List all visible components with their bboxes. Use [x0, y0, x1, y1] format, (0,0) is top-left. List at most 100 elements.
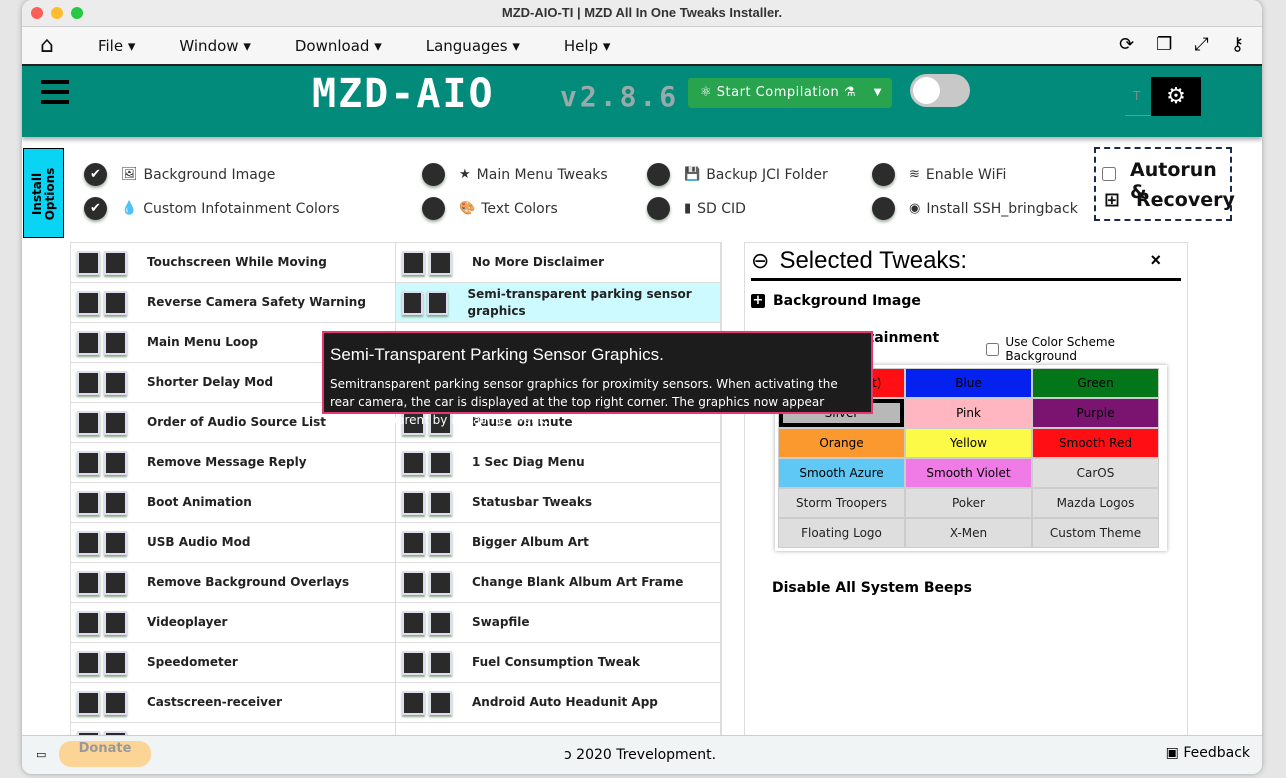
- tweak-info-toggle[interactable]: [429, 650, 452, 675]
- color-scheme-pink[interactable]: Pink: [905, 398, 1032, 428]
- color-scheme-caros[interactable]: CarOS: [1032, 458, 1159, 488]
- color-scheme-mazda-logos[interactable]: Mazda Logos: [1032, 488, 1159, 518]
- tweak-toggle[interactable]: [402, 490, 425, 515]
- tweak-info-toggle[interactable]: [429, 530, 452, 555]
- tweak-toggle[interactable]: [402, 570, 425, 595]
- check-icon[interactable]: ✔: [84, 197, 107, 220]
- tweak-row[interactable]: Statusbar Tweaks: [396, 483, 721, 523]
- color-scheme-blue[interactable]: Blue: [905, 368, 1032, 398]
- tweak-row[interactable]: USB Audio Mod: [71, 523, 396, 563]
- feedback-button[interactable]: ▣ Feedback: [1166, 745, 1250, 761]
- tweak-toggle[interactable]: [402, 690, 425, 715]
- tweak-toggle[interactable]: [77, 530, 100, 555]
- tweak-row[interactable]: Reverse Camera Safety Warning: [71, 283, 396, 323]
- tweak-info-toggle[interactable]: [429, 250, 452, 275]
- tweak-row[interactable]: Remove Background Overlays: [71, 563, 396, 603]
- color-scheme-smooth-azure[interactable]: Smooth Azure: [778, 458, 905, 488]
- tweak-info-toggle[interactable]: [104, 650, 127, 675]
- tweak-info-toggle[interactable]: [104, 530, 127, 555]
- tweak-row[interactable]: No More Disclaimer: [396, 243, 721, 283]
- tweak-toggle[interactable]: [77, 450, 100, 475]
- minimize-window-button[interactable]: [51, 7, 63, 19]
- tweak-info-toggle[interactable]: [429, 690, 452, 715]
- tweak-toggle[interactable]: [77, 370, 100, 395]
- tweak-row[interactable]: Speedometer: [71, 643, 396, 683]
- radio-toggle[interactable]: [422, 163, 445, 186]
- tweak-toggle[interactable]: [77, 410, 100, 435]
- tweak-toggle[interactable]: [402, 610, 425, 635]
- radio-toggle[interactable]: [647, 163, 670, 186]
- tweak-row[interactable]: Swapfile: [396, 603, 721, 643]
- tweak-toggle[interactable]: [402, 530, 425, 555]
- start-compilation-button[interactable]: ⚛ Start Compilation ⚗ ▼: [688, 78, 892, 108]
- theme-input[interactable]: T: [1125, 77, 1151, 116]
- tweak-info-toggle[interactable]: [104, 250, 127, 275]
- hamburger-menu-icon[interactable]: [41, 80, 69, 110]
- tweak-toggle[interactable]: [77, 250, 100, 275]
- autorun-recovery-option[interactable]: Autorun & ⊞ Recovery: [1094, 147, 1235, 221]
- tweak-toggle[interactable]: [77, 650, 100, 675]
- menu-help[interactable]: Help ▾: [564, 37, 611, 55]
- tweak-row[interactable]: Touchscreen While Moving: [71, 243, 396, 283]
- disable-beeps-label[interactable]: Disable All System Beeps: [772, 580, 972, 596]
- color-scheme-yellow[interactable]: Yellow: [905, 428, 1032, 458]
- settings-gear-button[interactable]: ⚙: [1151, 77, 1201, 116]
- tweak-row[interactable]: Bigger Album Art: [396, 523, 721, 563]
- tweak-info-toggle[interactable]: [104, 290, 127, 315]
- tweak-info-toggle[interactable]: [104, 610, 127, 635]
- option-main-menu-tweaks[interactable]: ★ Main Menu Tweaks: [422, 163, 608, 186]
- tweak-info-toggle[interactable]: [104, 450, 127, 475]
- option-install-ssh-bringback[interactable]: ◉ Install SSH_bringback: [872, 197, 1078, 220]
- tweak-row[interactable]: Videoplayer: [71, 603, 396, 643]
- radio-toggle[interactable]: [422, 197, 445, 220]
- tweak-row[interactable]: Castscreen-receiver: [71, 683, 396, 723]
- option-enable-wifi[interactable]: ≋ Enable WiFi: [872, 163, 1006, 186]
- tweak-toggle[interactable]: [77, 330, 100, 355]
- option-sd-cid[interactable]: ▮ SD CID: [647, 197, 746, 220]
- tweak-toggle[interactable]: [77, 610, 100, 635]
- tweak-toggle[interactable]: [402, 250, 425, 275]
- tweak-toggle[interactable]: [402, 650, 425, 675]
- tweak-info-toggle[interactable]: [104, 370, 127, 395]
- tweak-info-toggle[interactable]: [429, 570, 452, 595]
- tweak-toggle[interactable]: [77, 570, 100, 595]
- refresh-icon[interactable]: ⟳: [1119, 34, 1134, 55]
- color-scheme-smooth-violet[interactable]: Smooth Violet: [905, 458, 1032, 488]
- radio-toggle[interactable]: [647, 197, 670, 220]
- tweak-info-toggle[interactable]: [429, 450, 452, 475]
- tweak-info-toggle[interactable]: [104, 690, 127, 715]
- color-scheme-purple[interactable]: Purple: [1032, 398, 1159, 428]
- tweak-toggle[interactable]: [77, 690, 100, 715]
- tweak-info-toggle[interactable]: [429, 490, 452, 515]
- tweak-info-toggle[interactable]: [104, 490, 127, 515]
- color-scheme-floating-logo[interactable]: Floating Logo: [778, 518, 905, 548]
- tweak-info-toggle[interactable]: [104, 410, 127, 435]
- theme-toggle[interactable]: [910, 74, 970, 107]
- tweak-info-toggle[interactable]: [426, 290, 448, 315]
- tweak-row[interactable]: Remove Message Reply: [71, 443, 396, 483]
- zoom-window-button[interactable]: [71, 7, 83, 19]
- home-icon[interactable]: ⌂: [40, 33, 54, 58]
- menu-file[interactable]: File ▾: [98, 37, 135, 55]
- tweak-toggle[interactable]: [402, 450, 425, 475]
- radio-toggle[interactable]: [872, 163, 895, 186]
- radio-toggle[interactable]: [872, 197, 895, 220]
- tweak-toggle[interactable]: [77, 490, 100, 515]
- tweak-row[interactable]: Boot Animation: [71, 483, 396, 523]
- option-background-image[interactable]: ✔ 🖼 Background Image: [84, 163, 275, 186]
- option-text-colors[interactable]: 🎨 Text Colors: [422, 197, 558, 220]
- color-scheme-orange[interactable]: Orange: [778, 428, 905, 458]
- color-scheme-custom-theme[interactable]: Custom Theme: [1032, 518, 1159, 548]
- color-scheme-green[interactable]: Green: [1032, 368, 1159, 398]
- menu-languages[interactable]: Languages ▾: [426, 37, 520, 55]
- tweak-row[interactable]: 1 Sec Diag Menu: [396, 443, 721, 483]
- tweak-info-toggle[interactable]: [104, 330, 127, 355]
- color-scheme-storm-troopers[interactable]: Storm Troopers: [778, 488, 905, 518]
- option-custom-infotainment-colors[interactable]: ✔ 💧 Custom Infotainment Colors: [84, 197, 340, 220]
- tweak-info-toggle[interactable]: [429, 610, 452, 635]
- tweak-row[interactable]: Change Blank Album Art Frame: [396, 563, 721, 603]
- donate-button[interactable]: Donate: [59, 741, 151, 767]
- section-background-image[interactable]: + Background Image: [751, 293, 1181, 309]
- window-restore-icon[interactable]: ❐: [1156, 34, 1172, 55]
- option-backup-jci-folder[interactable]: 💾 Backup JCI Folder: [647, 163, 828, 186]
